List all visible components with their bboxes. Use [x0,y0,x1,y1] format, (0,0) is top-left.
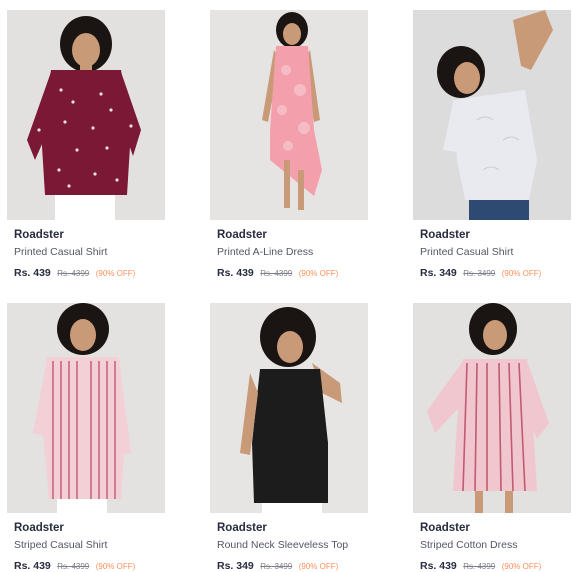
model-photo [427,303,549,513]
product-discount: (90% OFF) [95,269,136,278]
product-title: Striped Casual Shirt [14,539,108,551]
model-photo [240,307,342,513]
price-row: Rs. 439 Rs. 4399 (90% OFF) [14,558,165,572]
price-row: Rs. 349 Rs. 3499 (90% OFF) [420,265,571,281]
product-image[interactable] [210,10,368,220]
product-image[interactable] [210,303,368,513]
product-discount: (90% OFF) [298,562,339,571]
product-mrp: Rs. 4399 [57,562,90,571]
product-mrp: Rs. 4399 [57,269,90,278]
garment [252,369,328,503]
product-title: Printed Casual Shirt [420,246,514,258]
product-price: Rs. 349 [217,560,254,572]
product-price: Rs. 439 [14,267,51,279]
product-mrp: Rs. 3499 [260,562,293,571]
product-price: Rs. 439 [14,560,51,572]
product-info: Roadster Printed Casual Shirt Rs. 439 Rs… [7,220,165,281]
product-price: Rs. 439 [217,267,254,279]
product-info: Roadster Striped Casual Shirt Rs. 439 Rs… [7,513,165,572]
product-brand: Roadster [420,522,470,534]
product-card[interactable]: Roadster Printed Casual Shirt Rs. 349 Rs… [413,10,571,281]
price-row: Rs. 349 Rs. 3499 (90% OFF) [217,558,368,572]
model-photo [262,12,322,210]
product-discount: (90% OFF) [298,269,339,278]
product-mrp: Rs. 4399 [260,269,293,278]
model-photo [27,16,141,220]
product-title: Printed A-Line Dress [217,246,314,258]
product-image[interactable] [7,303,165,513]
product-title: Striped Cotton Dress [420,539,518,551]
product-price: Rs. 439 [420,560,457,572]
product-card[interactable]: Roadster Striped Casual Shirt Rs. 439 Rs… [7,303,165,572]
product-brand: Roadster [217,229,267,241]
product-info: Roadster Round Neck Sleeveless Top Rs. 3… [210,513,368,572]
product-card[interactable]: Roadster Round Neck Sleeveless Top Rs. 3… [210,303,368,572]
product-title: Printed Casual Shirt [14,246,108,258]
product-info: Roadster Striped Cotton Dress Rs. 439 Rs… [413,513,571,572]
product-discount: (90% OFF) [501,562,542,571]
product-card[interactable]: Roadster Printed Casual Shirt Rs. 439 Rs… [7,10,165,281]
product-brand: Roadster [14,522,64,534]
product-info: Roadster Printed A-Line Dress Rs. 439 Rs… [210,220,368,281]
product-discount: (90% OFF) [501,269,542,278]
price-row: Rs. 439 Rs. 4399 (90% OFF) [420,558,571,572]
model-photo [33,303,131,513]
garment [43,357,125,499]
price-row: Rs. 439 Rs. 4399 (90% OFF) [217,265,368,281]
product-image[interactable] [413,303,571,513]
product-image[interactable] [7,10,165,220]
garment [453,90,537,200]
model-photo [437,10,553,220]
product-image[interactable] [413,10,571,220]
product-price: Rs. 349 [420,267,457,279]
product-grid: Roadster Printed Casual Shirt Rs. 439 Rs… [0,0,581,572]
price-row: Rs. 439 Rs. 4399 (90% OFF) [14,265,165,281]
product-brand: Roadster [420,229,470,241]
garment [41,70,131,195]
product-discount: (90% OFF) [95,562,136,571]
product-card[interactable]: Roadster Printed A-Line Dress Rs. 439 Rs… [210,10,368,281]
product-card[interactable]: Roadster Striped Cotton Dress Rs. 439 Rs… [413,303,571,572]
product-mrp: Rs. 3499 [463,269,496,278]
product-brand: Roadster [217,522,267,534]
product-info: Roadster Printed Casual Shirt Rs. 349 Rs… [413,220,571,281]
product-brand: Roadster [14,229,64,241]
product-mrp: Rs. 4399 [463,562,496,571]
product-title: Round Neck Sleeveless Top [217,539,349,551]
